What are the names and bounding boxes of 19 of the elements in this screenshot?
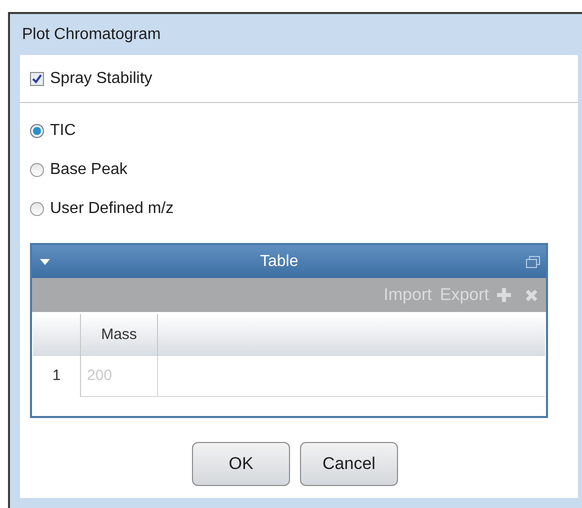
row-number: 1 (33, 356, 81, 397)
dialog-button[interactable]: Cancel (300, 442, 398, 486)
radio-button[interactable] (30, 124, 44, 138)
window-icon[interactable] (526, 256, 540, 268)
add-icon[interactable] (497, 288, 511, 302)
radio-label: TIC (50, 121, 76, 141)
radio-label: Base Peak (50, 160, 128, 180)
radio-label: User Defined m/z (50, 199, 174, 219)
window-title: Plot Chromatogram (21, 24, 162, 44)
radio-button[interactable] (30, 163, 44, 177)
radio-button[interactable] (30, 202, 44, 216)
collapse-icon[interactable] (40, 258, 50, 264)
delete-icon[interactable] (525, 288, 538, 302)
checkbox-label: Spray Stability (50, 68, 152, 88)
column-header: Mass (81, 314, 158, 356)
table-header-cell (33, 314, 81, 356)
checkbox[interactable] (30, 72, 44, 86)
table-title: Table (260, 252, 298, 272)
dialog-button[interactable]: OK (192, 442, 290, 486)
